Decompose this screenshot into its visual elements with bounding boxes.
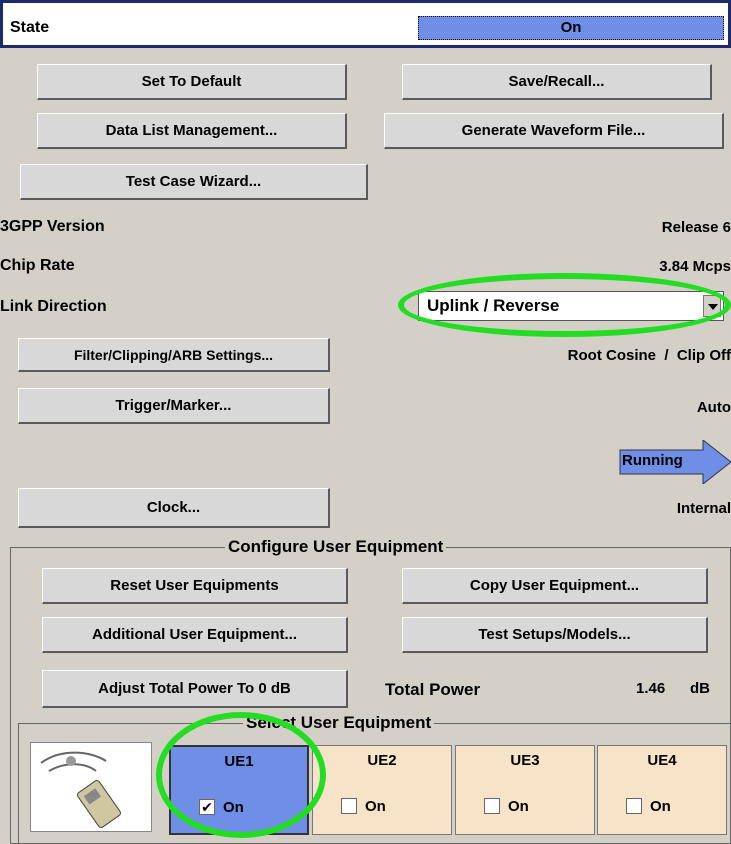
trigger-marker-button[interactable]: Trigger/Marker... (18, 388, 330, 424)
ue1-checkbox[interactable]: ✔ (199, 799, 215, 815)
link-direction-value: Uplink / Reverse (427, 296, 560, 315)
ue3-checkbox[interactable] (484, 798, 500, 814)
test-case-wizard-button[interactable]: Test Case Wizard... (20, 164, 368, 200)
clock-button[interactable]: Clock... (18, 488, 330, 528)
save-recall-button[interactable]: Save/Recall... (402, 64, 712, 100)
user-equipment-picture (30, 742, 152, 832)
ue4-tile[interactable]: UE4 On (597, 745, 727, 835)
ue3-tile[interactable]: UE3 On (455, 745, 595, 835)
3gpp-version-label: 3GPP Version (0, 218, 105, 235)
set-to-default-button[interactable]: Set To Default (37, 64, 347, 100)
ue-illustration-icon (40, 751, 122, 828)
select-user-equipment-title: Select User Equipment (243, 713, 435, 733)
filter-value: Root Cosine / Clip Off (567, 347, 731, 364)
data-list-management-button[interactable]: Data List Management... (37, 113, 347, 149)
ue1-on-label: On (223, 799, 244, 816)
ue1-name: UE1 (224, 753, 254, 770)
total-power-label: Total Power (385, 680, 481, 699)
chip-rate-label: Chip Rate (0, 257, 75, 274)
additional-user-equipment-button[interactable]: Additional User Equipment... (42, 617, 348, 653)
running-label: Running (622, 452, 683, 469)
chevron-down-icon[interactable] (703, 295, 721, 317)
ue3-on-label: On (508, 798, 529, 815)
ue2-name: UE2 (367, 752, 397, 769)
trigger-value: Auto (696, 399, 731, 416)
running-indicator: Running (618, 438, 731, 486)
total-power-value: 1.46 (636, 680, 666, 697)
ue4-on-label: On (650, 798, 671, 815)
copy-user-equipment-button[interactable]: Copy User Equipment... (402, 568, 708, 604)
ue1-tile[interactable]: UE1 ✔ On (169, 745, 309, 835)
chip-rate-value: 3.84 Mcps (659, 258, 731, 275)
ue2-checkbox[interactable] (341, 798, 357, 814)
filter-clipping-arb-button[interactable]: Filter/Clipping/ARB Settings... (18, 338, 330, 372)
ue2-tile[interactable]: UE2 On (312, 745, 452, 835)
link-direction-dropdown[interactable]: Uplink / Reverse (418, 291, 724, 321)
ue4-name: UE4 (647, 752, 677, 769)
reset-user-equipments-button[interactable]: Reset User Equipments (42, 568, 348, 604)
3gpp-version-value: Release 6 (661, 219, 731, 236)
clock-value: Internal (676, 500, 731, 517)
state-label: State (10, 19, 50, 36)
test-setups-models-button[interactable]: Test Setups/Models... (402, 617, 708, 653)
ue3-name: UE3 (510, 752, 540, 769)
state-toggle-button[interactable]: On (418, 16, 724, 40)
ue2-on-label: On (365, 798, 386, 815)
ue4-checkbox[interactable] (626, 798, 642, 814)
adjust-total-power-button[interactable]: Adjust Total Power To 0 dB (42, 670, 348, 708)
link-direction-label: Link Direction (0, 298, 107, 315)
generate-waveform-button[interactable]: Generate Waveform File... (384, 113, 724, 149)
total-power-unit: dB (690, 680, 710, 697)
configure-user-equipment-title: Configure User Equipment (225, 537, 447, 557)
